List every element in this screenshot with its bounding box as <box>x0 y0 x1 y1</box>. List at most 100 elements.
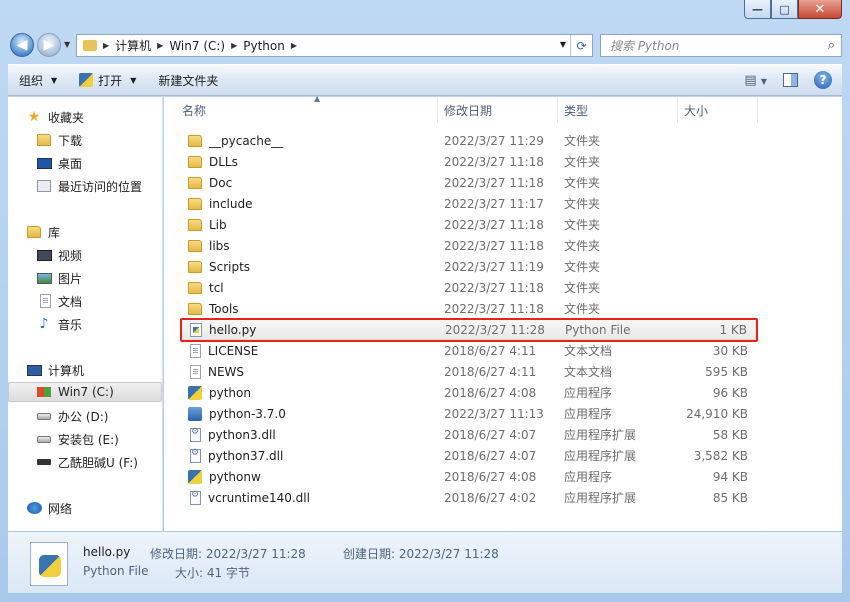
maximize-button[interactable]: □ <box>771 0 798 19</box>
table-row[interactable]: Doc 2022/3/27 11:18 文件夹 <box>180 172 756 193</box>
table-row[interactable]: Lib 2022/3/27 11:18 文件夹 <box>180 214 756 235</box>
table-row[interactable]: DLLs 2022/3/27 11:18 文件夹 <box>180 151 756 172</box>
sidebar-item-computer[interactable]: 计算机 <box>26 360 84 380</box>
recent-places-icon <box>36 179 52 193</box>
folder-icon <box>188 281 202 294</box>
table-row[interactable]: LICENSE 2018/6/27 4:11 文本文档 30 KB <box>180 340 756 361</box>
column-header-type[interactable]: 类型 <box>558 97 678 123</box>
sidebar-item-music[interactable]: ♪ 音乐 <box>36 314 82 334</box>
table-row[interactable]: Tools 2022/3/27 11:18 文件夹 <box>180 298 756 319</box>
recent-pages-dropdown[interactable]: ▼ <box>64 40 70 49</box>
table-row[interactable]: tcl 2022/3/27 11:18 文件夹 <box>180 277 756 298</box>
table-row[interactable]: pythonw 2018/6/27 4:08 应用程序 94 KB <box>180 466 756 487</box>
table-row[interactable]: python 2018/6/27 4:08 应用程序 96 KB <box>180 382 756 403</box>
star-icon: ★ <box>27 109 41 125</box>
file-name-cell[interactable]: python-3.7.0 <box>188 406 286 421</box>
column-header-name[interactable]: 名称 ▲ <box>176 94 438 123</box>
sidebar-item-videos[interactable]: 视频 <box>36 245 82 265</box>
sidebar-item-drive-e[interactable]: 安装包 (E:) <box>36 429 119 449</box>
chevron-right-icon[interactable]: ▶ <box>231 41 237 50</box>
view-options-icon[interactable]: ▤ ▼ <box>744 73 767 88</box>
sidebar-item-desktop[interactable]: 桌面 <box>36 153 82 173</box>
navigation-pane: ★ 收藏夹 下载 桌面 最近访问的位置 库 视频 图片 文档 ♪ 音乐 计算机 … <box>8 97 163 531</box>
file-name-cell[interactable]: Doc <box>188 176 232 190</box>
table-row[interactable]: python-3.7.0 2022/3/27 11:13 应用程序 24,910 KB <box>180 403 756 424</box>
folder-icon <box>188 176 202 189</box>
chevron-right-icon[interactable]: ▶ <box>157 41 163 50</box>
organize-button[interactable]: 组织 ▼ <box>8 65 68 95</box>
table-row[interactable]: __pycache__ 2022/3/27 11:29 文件夹 <box>180 130 756 151</box>
usb-drive-icon <box>36 455 52 469</box>
close-button[interactable]: ✕ <box>798 0 842 19</box>
address-bar[interactable]: ▶ 计算机 ▶ Win7 (C:) ▶ Python ▶ ▼ ⟳ <box>76 34 593 57</box>
file-name-cell[interactable]: tcl <box>188 281 224 295</box>
sidebar-label: 安装包 (E:) <box>58 432 119 447</box>
table-row[interactable]: python37.dll 2018/6/27 4:07 应用程序扩展 3,582 KB <box>180 445 756 466</box>
documents-icon <box>36 294 52 308</box>
file-name-cell[interactable]: python <box>188 385 251 400</box>
search-input[interactable]: 搜索 Python ⌕ <box>600 34 842 57</box>
file-name-cell[interactable]: libs <box>188 239 230 253</box>
py-icon <box>188 469 202 484</box>
downloads-icon <box>36 133 52 147</box>
preview-pane-icon[interactable] <box>783 73 798 87</box>
sidebar-item-drive-c[interactable]: Win7 (C:) <box>8 382 162 402</box>
file-name-cell[interactable]: include <box>188 197 252 211</box>
file-name-cell[interactable]: pythonw <box>188 469 261 484</box>
file-name-cell[interactable]: NEWS <box>188 364 244 379</box>
help-icon[interactable]: ? <box>814 71 832 89</box>
table-row[interactable]: vcruntime140.dll 2018/6/27 4:02 应用程序扩展 85 K… <box>180 487 756 508</box>
sidebar-label: 下载 <box>58 133 83 148</box>
file-name-cell[interactable]: Tools <box>188 302 239 316</box>
chevron-right-icon[interactable]: ▶ <box>291 41 297 50</box>
table-row[interactable]: libs 2022/3/27 11:18 文件夹 <box>180 235 756 256</box>
sidebar-item-documents[interactable]: 文档 <box>36 291 82 311</box>
file-type: 应用程序扩展 <box>564 428 637 442</box>
file-name: Scripts <box>209 259 251 274</box>
sidebar-item-favorites[interactable]: ★ 收藏夹 <box>26 107 84 127</box>
breadcrumb-drive[interactable]: Win7 (C:) <box>169 39 225 53</box>
file-name-cell[interactable]: __pycache__ <box>188 134 283 148</box>
search-icon[interactable]: ⌕ <box>828 38 835 53</box>
table-row[interactable]: include 2022/3/27 11:17 文件夹 <box>180 193 756 214</box>
chevron-right-icon[interactable]: ▶ <box>103 41 109 50</box>
file-name: python3.dll <box>208 427 276 442</box>
file-name-cell[interactable]: vcruntime140.dll <box>188 490 310 505</box>
command-bar: 组织 ▼ 打开 ▼ 新建文件夹 ▤ ▼ ? <box>8 64 842 96</box>
file-size: 3,582 KB <box>693 448 748 463</box>
file-name-cell[interactable]: Lib <box>188 218 227 232</box>
back-button[interactable]: ◀ <box>10 33 34 57</box>
folder-icon <box>188 218 202 231</box>
file-name-cell[interactable]: DLLs <box>188 155 238 169</box>
address-dropdown-icon[interactable]: ▼ <box>560 40 566 49</box>
open-button[interactable]: 打开 ▼ <box>68 65 147 95</box>
sidebar-item-network[interactable]: 网络 <box>26 498 72 518</box>
sidebar-item-drive-d[interactable]: 办公 (D:) <box>36 406 108 426</box>
file-name-cell[interactable]: Scripts <box>188 260 250 274</box>
refresh-icon[interactable]: ⟳ <box>570 35 592 56</box>
breadcrumb-python[interactable]: Python <box>243 39 285 53</box>
file-name-cell[interactable]: LICENSE <box>188 343 258 358</box>
sidebar-item-pictures[interactable]: 图片 <box>36 268 82 288</box>
file-name-cell[interactable]: python3.dll <box>188 427 276 442</box>
file-date: 2022/3/27 11:18 <box>444 238 544 253</box>
breadcrumb-computer[interactable]: 计算机 <box>115 37 151 54</box>
file-name-cell[interactable]: python37.dll <box>188 448 283 463</box>
sidebar-item-drive-f[interactable]: 乙酰胆碱U (F:) <box>36 452 138 472</box>
doc-icon <box>190 364 201 379</box>
new-folder-button[interactable]: 新建文件夹 <box>147 65 229 95</box>
column-header-size[interactable]: 大小 <box>678 97 758 123</box>
file-name: pythonw <box>209 469 261 484</box>
sidebar-item-downloads[interactable]: 下载 <box>36 130 82 150</box>
table-row[interactable]: NEWS 2018/6/27 4:11 文本文档 595 KB <box>180 361 756 382</box>
forward-button[interactable]: ▶ <box>37 33 61 57</box>
folder-icon <box>83 40 97 51</box>
table-row[interactable]: Scripts 2022/3/27 11:19 文件夹 <box>180 256 756 277</box>
file-date: 2022/3/27 11:18 <box>444 301 544 316</box>
column-header-date[interactable]: 修改日期 <box>438 97 558 123</box>
sidebar-item-libraries[interactable]: 库 <box>26 222 60 242</box>
minimize-button[interactable]: — <box>744 0 771 19</box>
table-row[interactable]: python3.dll 2018/6/27 4:07 应用程序扩展 58 KB <box>180 424 756 445</box>
folder-icon <box>188 155 202 168</box>
sidebar-item-recent[interactable]: 最近访问的位置 <box>36 176 142 196</box>
